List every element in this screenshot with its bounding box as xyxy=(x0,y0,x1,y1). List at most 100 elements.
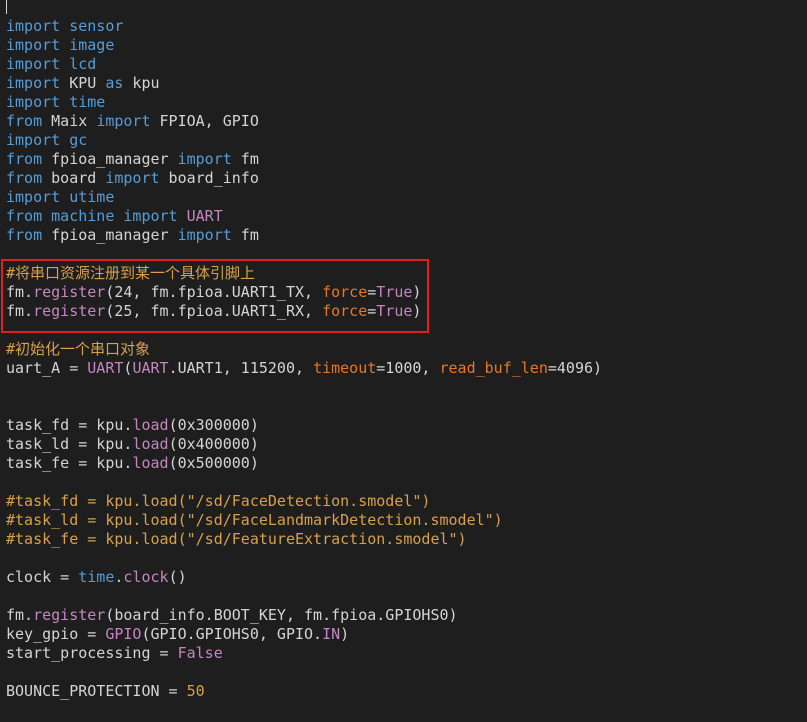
code-token: = xyxy=(367,302,377,320)
code-line: start_processing = False xyxy=(6,644,807,663)
code-token: #task_fd = kpu.load("/sd/FaceDetection.s… xyxy=(6,492,431,510)
code-token: .UART1, 115200, xyxy=(168,359,314,377)
code-token: time xyxy=(78,568,115,586)
code-token: utime xyxy=(69,188,115,206)
code-token: read_buf_len xyxy=(439,359,548,377)
code-token: import xyxy=(177,150,232,168)
code-token: (board_info.BOOT_KEY, fm.fpioa.GPIOHS0) xyxy=(105,606,458,624)
code-line: import image xyxy=(6,36,807,55)
code-area[interactable]: import sensor import image import lcd impor… xyxy=(6,17,807,701)
code-token: import xyxy=(6,36,61,54)
code-line: fm.register(24, fm.fpioa.UART1_TX, force… xyxy=(6,283,807,302)
code-token: fm. xyxy=(6,283,34,301)
code-token: #将串口资源注册到某一个具体引脚上 xyxy=(6,264,256,282)
code-token: import xyxy=(6,74,61,92)
code-line: from fpioa_manager import fm xyxy=(6,226,807,245)
code-token: lcd xyxy=(69,55,97,73)
code-token: task_fe = kpu. xyxy=(6,454,133,472)
code-token: Maix xyxy=(42,112,97,130)
code-token: (0x300000) xyxy=(168,416,259,434)
code-token: from xyxy=(6,169,43,187)
code-token: UART xyxy=(132,359,169,377)
code-token: BOUNCE_PROTECTION = xyxy=(6,682,187,700)
code-line: import time xyxy=(6,93,807,112)
code-token: #task_ld = kpu.load("/sd/FaceLandmarkDet… xyxy=(6,511,503,529)
code-token: task_ld = kpu. xyxy=(6,435,133,453)
code-token: load xyxy=(132,416,169,434)
code-token: (0x500000) xyxy=(168,454,259,472)
code-line: #task_fe = kpu.load("/sd/FeatureExtracti… xyxy=(6,530,807,549)
code-token: machine xyxy=(51,207,115,225)
code-token: =4096) xyxy=(547,359,603,377)
code-line: fm.register(25, fm.fpioa.UART1_RX, force… xyxy=(6,302,807,321)
code-token: False xyxy=(177,644,223,662)
code-line: #task_ld = kpu.load("/sd/FaceLandmarkDet… xyxy=(6,511,807,530)
code-token: ) xyxy=(412,283,422,301)
code-line: import gc xyxy=(6,131,807,150)
code-token: FPIOA, GPIO xyxy=(150,112,259,130)
text-cursor xyxy=(6,0,7,14)
code-line: key_gpio = GPIO(GPIO.GPIOHS0, GPIO.IN) xyxy=(6,625,807,644)
code-line: from fpioa_manager import fm xyxy=(6,150,807,169)
code-token: board_info xyxy=(159,169,259,187)
code-token: () xyxy=(168,568,187,586)
code-token: from xyxy=(6,207,43,225)
code-token: 50 xyxy=(186,682,205,700)
code-token: IN xyxy=(322,625,341,643)
code-token: image xyxy=(69,36,115,54)
code-token: =1000, xyxy=(376,359,440,377)
code-line: from Maix import FPIOA, GPIO xyxy=(6,112,807,131)
code-line: task_fe = kpu.load(0x500000) xyxy=(6,454,807,473)
code-token: (25, fm.fpioa.UART1_RX, xyxy=(105,302,323,320)
code-token: force xyxy=(322,302,368,320)
code-line: uart_A = UART(UART.UART1, 115200, timeou… xyxy=(6,359,807,378)
code-token: from xyxy=(6,226,43,244)
code-token: load xyxy=(132,454,169,472)
code-token: (24, fm.fpioa.UART1_TX, xyxy=(105,283,323,301)
code-line: BOUNCE_PROTECTION = 50 xyxy=(6,682,807,701)
code-token: gc xyxy=(69,131,88,149)
code-token: import xyxy=(177,226,232,244)
code-line: import utime xyxy=(6,188,807,207)
code-token: task_fd = kpu. xyxy=(6,416,133,434)
code-token: start_processing = xyxy=(6,644,178,662)
code-token: kpu xyxy=(123,74,160,92)
code-token: import xyxy=(96,112,151,130)
code-editor[interactable]: import sensor import image import lcd impor… xyxy=(0,0,807,722)
code-token: import xyxy=(6,17,61,35)
code-token: from xyxy=(6,112,43,130)
code-line: from machine import UART xyxy=(6,207,807,226)
code-token: import xyxy=(123,207,178,225)
code-token: from xyxy=(6,150,43,168)
code-token: force xyxy=(322,283,368,301)
code-token: True xyxy=(376,283,413,301)
code-line: import KPU as kpu xyxy=(6,74,807,93)
code-token: register xyxy=(33,606,106,624)
code-token: (0x400000) xyxy=(168,435,259,453)
code-token: fm. xyxy=(6,606,34,624)
code-token: register xyxy=(33,302,106,320)
code-token: = xyxy=(367,283,377,301)
code-token: True xyxy=(376,302,413,320)
code-line: clock = time.clock() xyxy=(6,568,807,587)
code-token: import xyxy=(6,131,61,149)
code-line: #将串口资源注册到某一个具体引脚上 xyxy=(6,264,807,283)
code-token: clock = xyxy=(6,568,79,586)
code-token: board xyxy=(42,169,106,187)
code-token: timeout xyxy=(313,359,377,377)
code-token: fpioa_manager xyxy=(42,226,178,244)
code-token: #初始化一个串口对象 xyxy=(6,340,151,358)
code-token: fpioa_manager xyxy=(42,150,178,168)
code-token: import xyxy=(6,55,61,73)
code-token: time xyxy=(69,93,106,111)
